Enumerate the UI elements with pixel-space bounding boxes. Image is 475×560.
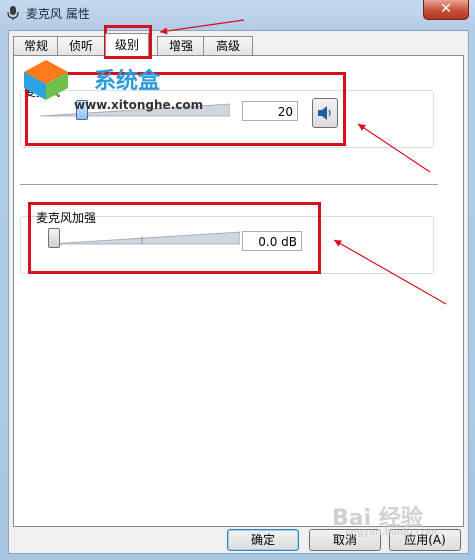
boost-slider-thumb[interactable] [48,228,60,248]
section-divider [20,184,438,185]
tab-enhancements[interactable]: 增强 [157,36,205,55]
mute-button[interactable] [312,98,338,128]
microphone-icon [7,6,19,20]
microphone-level-value[interactable]: 20 [242,101,298,121]
tab-advanced[interactable]: 高级 [203,36,253,55]
tab-levels[interactable]: 级别 [105,33,149,56]
tab-listen[interactable]: 侦听 [57,36,105,55]
tab-general[interactable]: 常规 [13,36,59,55]
levels-page: 麦克风 20 麦克风加强 0 [13,55,464,527]
boost-level-value[interactable]: 0.0 dB [242,231,302,251]
window-title: 麦克风 属性 [26,7,90,21]
properties-window: 麦克风 属性 ✕ 常规 侦听 级别 增强 高级 麦克风 20 [0,0,475,560]
ok-button[interactable]: 确定 [227,529,299,551]
close-icon: ✕ [440,1,452,17]
watermark-logo-text: 系统盒 [94,69,161,94]
watermark-url: www.xitonghe.com [74,98,204,112]
boost-label: 麦克风加强 [36,211,97,225]
close-button[interactable]: ✕ [423,0,469,20]
site-watermark: 系统盒 www.xitonghe.com [20,58,203,112]
speaker-icon [318,106,331,120]
boost-slider-track[interactable] [48,231,240,245]
baidu-watermark-url: jingyan.baidu.com [345,527,438,538]
logo-icon [24,60,68,100]
title-bar[interactable]: 麦克风 属性 ✕ [0,0,475,26]
